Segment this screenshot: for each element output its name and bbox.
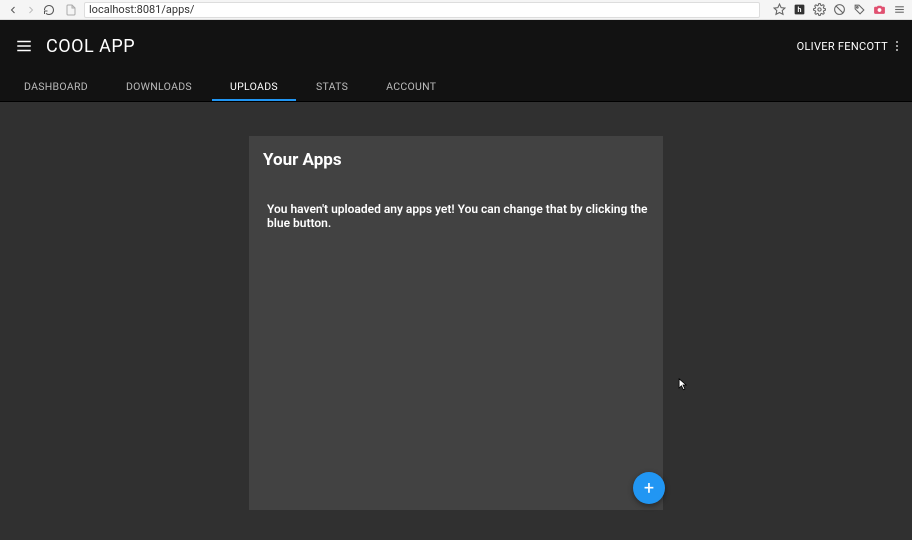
- star-icon[interactable]: [772, 3, 786, 17]
- app-root: COOL APP OLIVER FENCOTT DASHBOARD DOWNLO…: [0, 20, 912, 540]
- page-icon: [64, 3, 78, 17]
- back-button[interactable]: [6, 3, 20, 17]
- address-bar[interactable]: localhost:8081/apps/: [84, 2, 760, 18]
- tag-icon[interactable]: [852, 3, 866, 17]
- plus-icon: +: [644, 478, 654, 499]
- reload-button[interactable]: [42, 3, 56, 17]
- apps-card: Your Apps You haven't uploaded any apps …: [249, 136, 663, 510]
- hamburger-menu-button[interactable]: [12, 34, 36, 58]
- tab-uploads[interactable]: UPLOADS: [220, 72, 288, 101]
- app-header: COOL APP OLIVER FENCOTT: [0, 20, 912, 72]
- tab-account[interactable]: ACCOUNT: [376, 72, 446, 101]
- tab-downloads[interactable]: DOWNLOADS: [116, 72, 202, 101]
- tab-stats[interactable]: STATS: [306, 72, 358, 101]
- gear-icon[interactable]: [812, 3, 826, 17]
- app-title: COOL APP: [46, 36, 135, 57]
- user-menu[interactable]: OLIVER FENCOTT: [797, 39, 900, 53]
- add-app-button[interactable]: +: [633, 472, 665, 504]
- svg-text:h: h: [797, 5, 801, 14]
- more-icon: [894, 39, 900, 53]
- camera-icon[interactable]: [872, 3, 886, 17]
- url-text: localhost:8081/apps/: [89, 3, 194, 16]
- browser-toolbar: localhost:8081/apps/ h: [0, 0, 912, 20]
- card-body-text: You haven't uploaded any apps yet! You c…: [263, 202, 649, 230]
- user-name: OLIVER FENCOTT: [797, 40, 888, 53]
- tab-bar: DASHBOARD DOWNLOADS UPLOADS STATS ACCOUN…: [0, 72, 912, 102]
- extension-h-icon[interactable]: h: [792, 3, 806, 17]
- forward-button[interactable]: [24, 3, 38, 17]
- card-title: Your Apps: [263, 150, 649, 170]
- browser-menu-icon[interactable]: [892, 3, 906, 17]
- content-area: Your Apps You haven't uploaded any apps …: [0, 102, 912, 540]
- tab-dashboard[interactable]: DASHBOARD: [14, 72, 98, 101]
- block-icon[interactable]: [832, 3, 846, 17]
